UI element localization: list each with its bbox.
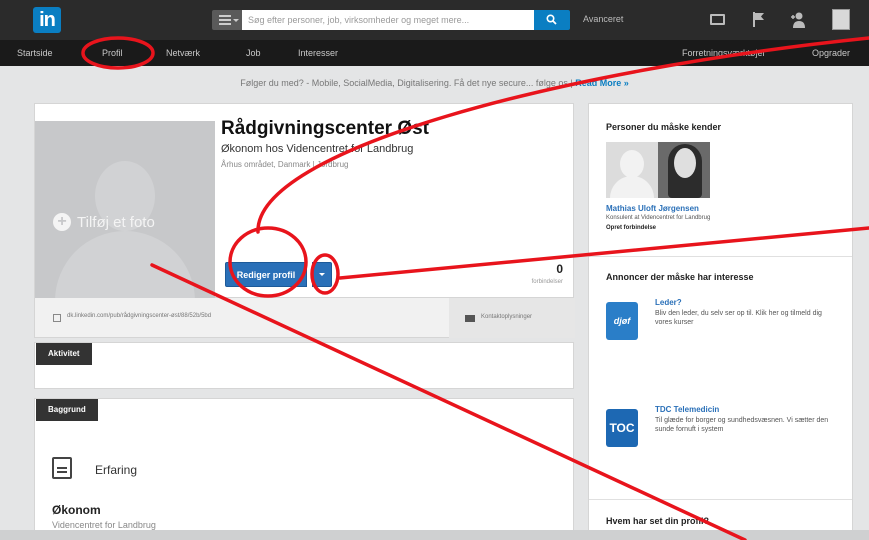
activity-section: Aktivitet xyxy=(34,342,574,389)
profile-card: + Tilføj et foto Rådgivningscenter Øst Ø… xyxy=(34,103,574,301)
connections-count: 0 xyxy=(556,262,563,276)
profile-location-line: Århus området, Danmark | Jordbrug xyxy=(221,160,349,169)
pymk-photo-placeholder[interactable] xyxy=(606,142,658,198)
profile-industry[interactable]: Jordbrug xyxy=(317,160,349,169)
account-avatar[interactable] xyxy=(832,9,850,30)
ads-title: Annoncer der måske har interesse xyxy=(606,272,754,282)
contact-info-button[interactable]: Kontaktoplysninger xyxy=(449,298,575,338)
nav-item-profile[interactable]: Profil xyxy=(102,48,123,58)
divider xyxy=(589,499,852,500)
main-nav: Startside Profil Netværk Job Interesser … xyxy=(0,40,869,66)
location-separator: | xyxy=(312,160,315,169)
ad-body: Bliv den leder, du selv ser op til. Klik… xyxy=(655,310,822,326)
contact-card-icon xyxy=(465,315,475,322)
ad-logo-djof[interactable]: djøf xyxy=(606,302,638,340)
plus-circle-icon: + xyxy=(53,213,71,231)
nav-item-upgrade[interactable]: Opgrader xyxy=(812,48,850,58)
pymk-photo[interactable] xyxy=(658,142,710,198)
add-photo-link[interactable]: + Tilføj et foto xyxy=(53,213,155,231)
divider xyxy=(589,256,852,257)
profile-photo-placeholder[interactable]: + Tilføj et foto xyxy=(35,121,215,301)
pymk-title: Personer du måske kender xyxy=(606,122,722,132)
linkedin-logo[interactable]: in xyxy=(33,7,61,33)
public-profile-url[interactable]: dk.linkedin.com/pub/rådgivningscenter-øs… xyxy=(67,313,211,319)
nav-item-business-tools[interactable]: Forretningsværktøjer xyxy=(682,48,766,58)
read-more-link[interactable]: Read More » xyxy=(575,78,629,88)
nav-item-jobs[interactable]: Job xyxy=(246,48,261,58)
silhouette-body xyxy=(55,231,195,301)
top-header: in Avanceret xyxy=(0,0,869,40)
pymk-headline: Konsulent at Videncentret for Landbrug xyxy=(606,215,711,221)
notifications-flag-icon[interactable] xyxy=(752,11,766,27)
position-company[interactable]: Videncentret for Landbrug xyxy=(52,520,156,530)
promo-banner: Følger du med? - Mobile, SocialMedia, Di… xyxy=(0,66,869,100)
right-sidebar: Personer du måske kender Mathias Uloft J… xyxy=(588,103,853,540)
nav-item-interests[interactable]: Interesser xyxy=(298,48,338,58)
ad-title[interactable]: Leder? xyxy=(655,298,682,307)
promo-text: Følger du med? - Mobile, SocialMedia, Di… xyxy=(240,78,573,88)
profile-location[interactable]: Århus området, Danmark xyxy=(221,160,310,169)
search-icon xyxy=(546,14,557,25)
background-tag: Baggrund xyxy=(36,399,98,421)
bottom-strip xyxy=(0,530,869,540)
nav-item-network[interactable]: Netværk xyxy=(166,48,200,58)
background-section: Baggrund Erfaring Økonom Videncentret fo… xyxy=(34,398,574,540)
public-profile-bar: dk.linkedin.com/pub/rådgivningscenter-øs… xyxy=(34,298,575,338)
connect-link[interactable]: Opret forbindelse xyxy=(606,225,656,231)
connections-label: forbindelser xyxy=(531,279,563,285)
advanced-search-link[interactable]: Avanceret xyxy=(583,14,623,24)
search-category-menu-icon[interactable] xyxy=(212,10,242,30)
activity-tag: Aktivitet xyxy=(36,343,92,365)
public-url-icon xyxy=(53,314,61,322)
profile-name: Rådgivningscenter Øst xyxy=(221,118,429,139)
position-title: Økonom xyxy=(52,503,101,517)
profile-viewers-title: Hvem har set din profil? xyxy=(606,516,710,526)
search-button[interactable] xyxy=(534,10,570,30)
profile-headline: Økonom hos Videncentret for Landbrug xyxy=(221,143,414,155)
ad-title[interactable]: TDC Telemedicin xyxy=(655,405,719,414)
ad-body: Til glæde for borger og sundhedsvæsnen. … xyxy=(655,417,829,433)
add-connections-icon[interactable] xyxy=(790,11,806,29)
experience-title: Erfaring xyxy=(95,463,138,477)
messages-icon[interactable] xyxy=(710,14,725,25)
pymk-name[interactable]: Mathias Uloft Jørgensen xyxy=(606,204,699,213)
search-input[interactable] xyxy=(242,10,534,30)
edit-profile-dropdown-icon[interactable] xyxy=(312,262,332,287)
contact-info-label: Kontaktoplysninger xyxy=(481,314,533,320)
ad-logo-tdc[interactable]: TOC xyxy=(606,409,638,447)
nav-item-home[interactable]: Startside xyxy=(17,48,53,58)
edit-profile-button[interactable]: Rediger profil xyxy=(225,262,307,287)
add-photo-label: Tilføj et foto xyxy=(77,213,155,231)
experience-icon xyxy=(52,457,72,479)
